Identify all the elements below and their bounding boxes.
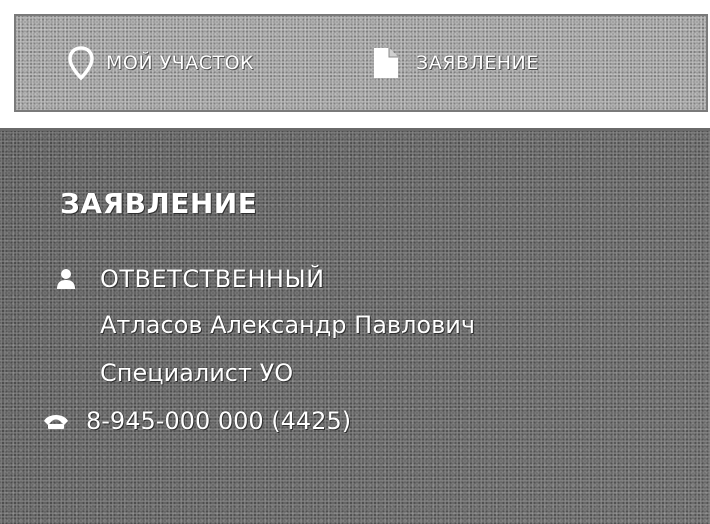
tab-my-plot-label: МОЙ УЧАСТОК bbox=[106, 52, 255, 74]
phone-number[interactable]: 8-945-000 000 (4425) bbox=[86, 407, 351, 435]
document-icon bbox=[372, 47, 400, 79]
responsible-label: ОТВЕТСТВЕННЫЙ bbox=[100, 265, 325, 293]
panel-title: ЗАЯВЛЕНИЕ bbox=[60, 187, 258, 220]
user-icon bbox=[52, 268, 80, 290]
responsible-position: Специалист УО bbox=[100, 359, 294, 387]
tab-bar: МОЙ УЧАСТОК ЗАЯВЛЕНИЕ bbox=[14, 14, 708, 112]
tab-my-plot[interactable]: МОЙ УЧАСТОК bbox=[68, 16, 254, 110]
phone-row: 8-945-000 000 (4425) bbox=[42, 407, 351, 435]
responsible-row: ОТВЕТСТВЕННЫЙ bbox=[52, 265, 325, 293]
phone-icon bbox=[42, 412, 70, 430]
app-frame: МОЙ УЧАСТОК ЗАЯВЛЕНИЕ ЗАЯВЛЕНИЕ ОТВЕТСТВ… bbox=[0, 0, 710, 524]
map-pin-icon bbox=[68, 46, 94, 80]
application-panel: ЗАЯВЛЕНИЕ ОТВЕТСТВЕННЫЙ Атласов Александ… bbox=[0, 128, 710, 524]
responsible-name: Атласов Александр Павлович bbox=[100, 311, 476, 339]
tab-application-label: ЗАЯВЛЕНИЕ bbox=[416, 52, 539, 74]
tab-application[interactable]: ЗАЯВЛЕНИЕ bbox=[372, 16, 539, 110]
